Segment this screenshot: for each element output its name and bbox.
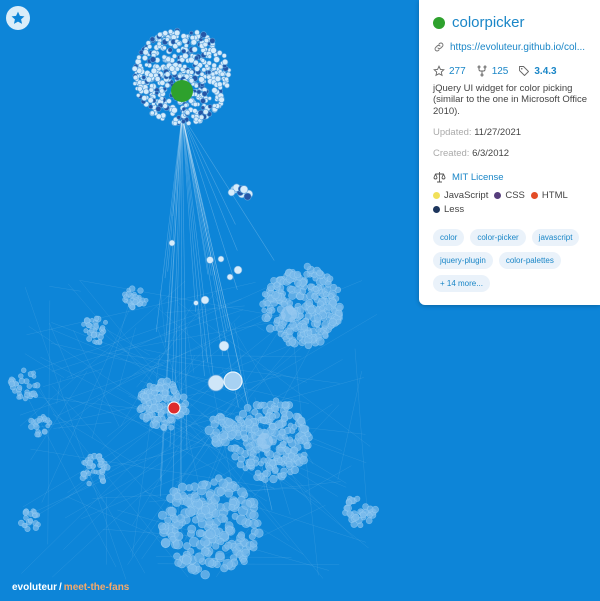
languages-list: JavaScript CSS HTML Less xyxy=(433,190,588,215)
language-name: HTML xyxy=(541,190,568,202)
forks-stat[interactable]: 125 xyxy=(476,65,509,77)
topic-tag[interactable]: color xyxy=(433,229,465,247)
language-name: CSS xyxy=(505,190,525,202)
repo-url-row[interactable]: https://evoluteur.github.io/col... xyxy=(433,41,588,53)
more-topics-button[interactable]: + 14 more... xyxy=(433,275,490,293)
repo-title: colorpicker xyxy=(433,14,588,31)
stars-count: 277 xyxy=(449,65,466,77)
repo-description: jQuery UI widget for color picking (simi… xyxy=(433,83,587,117)
star-outline-icon xyxy=(433,65,445,77)
version-stat[interactable]: 3.4.3 xyxy=(518,65,557,77)
repo-status-dot xyxy=(433,16,445,29)
language-item: HTML xyxy=(530,190,568,202)
breadcrumb-separator: / xyxy=(59,582,62,593)
language-color-dot xyxy=(433,192,440,200)
fork-icon xyxy=(477,65,487,77)
repo-stats: 277 125 3.4.3 xyxy=(433,65,588,77)
breadcrumb-user[interactable]: evoluteur xyxy=(12,582,57,593)
repo-name-link[interactable]: colorpicker xyxy=(452,14,525,31)
topic-tag[interactable]: color-palettes xyxy=(498,252,561,270)
language-color-dot xyxy=(494,192,502,200)
version-label: 3.4.3 xyxy=(534,65,557,77)
license-name[interactable]: MIT License xyxy=(452,172,504,183)
updated-date: 11/27/2021 xyxy=(474,127,522,139)
scale-icon xyxy=(433,172,446,183)
updated-row: Updated: 11/27/2021 xyxy=(433,127,588,138)
language-item: CSS xyxy=(494,190,525,201)
topic-tag[interactable]: javascript xyxy=(531,229,580,247)
language-color-dot xyxy=(433,206,440,214)
forks-count: 125 xyxy=(491,65,509,77)
tag-icon xyxy=(519,66,530,76)
created-label: Created: xyxy=(433,148,470,160)
breadcrumb: evoluteur / meet-the-fans xyxy=(12,582,129,593)
topics-list: color color-picker javascript jquery-plugin… xyxy=(433,229,588,293)
topic-tag[interactable]: jquery-plugin xyxy=(433,252,493,270)
language-name: Less xyxy=(444,204,465,216)
license-row[interactable]: MIT License xyxy=(433,171,588,183)
breadcrumb-project[interactable]: meet-the-fans xyxy=(64,582,130,593)
language-item: JavaScript xyxy=(433,190,488,201)
updated-label: Updated: xyxy=(433,127,472,139)
created-row: Created: 6/3/2012 xyxy=(433,148,588,159)
repo-info-panel: colorpicker https://evoluteur.github.io/… xyxy=(419,0,600,305)
favorite-button[interactable] xyxy=(6,6,30,30)
language-name: JavaScript xyxy=(444,190,489,202)
language-color-dot xyxy=(530,192,538,200)
language-item: Less xyxy=(433,204,464,215)
link-icon xyxy=(434,42,444,52)
star-icon xyxy=(11,11,25,24)
topic-tag[interactable]: color-picker xyxy=(470,229,526,247)
created-date: 6/3/2012 xyxy=(472,148,510,160)
stars-stat[interactable]: 277 xyxy=(433,65,466,77)
repo-url[interactable]: https://evoluteur.github.io/col... xyxy=(450,42,585,53)
